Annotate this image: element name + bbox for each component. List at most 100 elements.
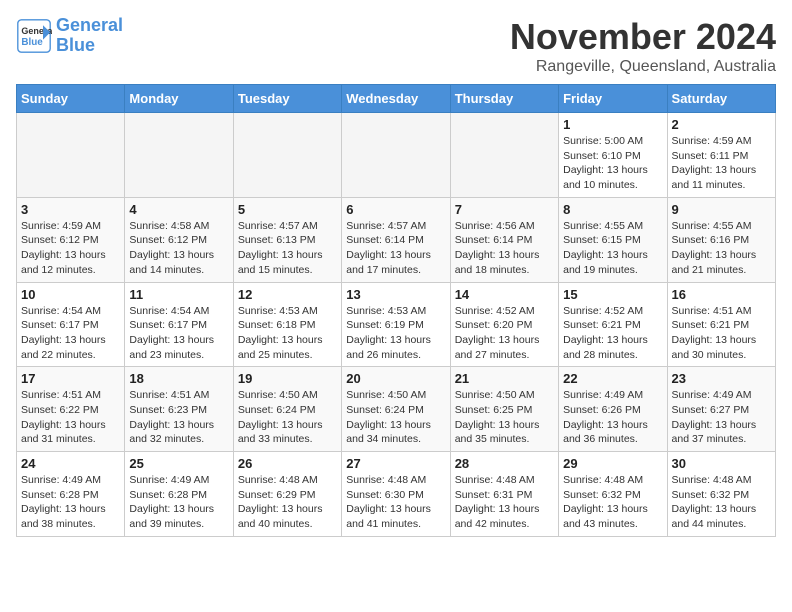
day-number: 13 xyxy=(346,287,445,302)
calendar-cell xyxy=(450,113,558,198)
day-info: Sunrise: 4:53 AMSunset: 6:19 PMDaylight:… xyxy=(346,304,445,363)
day-info: Sunrise: 4:57 AMSunset: 6:13 PMDaylight:… xyxy=(238,219,337,278)
calendar-cell: 4Sunrise: 4:58 AMSunset: 6:12 PMDaylight… xyxy=(125,197,233,282)
day-info: Sunrise: 4:48 AMSunset: 6:32 PMDaylight:… xyxy=(563,473,662,532)
svg-text:Blue: Blue xyxy=(21,37,43,48)
weekday-header-monday: Monday xyxy=(125,85,233,113)
day-info: Sunrise: 4:49 AMSunset: 6:28 PMDaylight:… xyxy=(21,473,120,532)
calendar-cell: 2 Sunrise: 4:59 AMSunset: 6:11 PMDaylight… xyxy=(667,113,775,198)
day-number: 15 xyxy=(563,287,662,302)
day-number: 22 xyxy=(563,371,662,386)
location-title: Rangeville, Queensland, Australia xyxy=(510,58,776,76)
day-number: 18 xyxy=(129,371,228,386)
day-info: Sunrise: 4:48 AMSunset: 6:29 PMDaylight:… xyxy=(238,473,337,532)
day-number: 6 xyxy=(346,202,445,217)
day-number: 26 xyxy=(238,456,337,471)
day-info: Sunrise: 4:48 AMSunset: 6:30 PMDaylight:… xyxy=(346,473,445,532)
calendar-cell: 12Sunrise: 4:53 AMSunset: 6:18 PMDayligh… xyxy=(233,282,341,367)
calendar-cell: 29Sunrise: 4:48 AMSunset: 6:32 PMDayligh… xyxy=(559,452,667,537)
day-number: 3 xyxy=(21,202,120,217)
day-info: Sunrise: 4:50 AMSunset: 6:24 PMDaylight:… xyxy=(238,388,337,447)
day-info: Sunrise: 4:49 AMSunset: 6:28 PMDaylight:… xyxy=(129,473,228,532)
calendar-cell: 6Sunrise: 4:57 AMSunset: 6:14 PMDaylight… xyxy=(342,197,450,282)
day-info: Sunrise: 5:00 AMSunset: 6:10 PMDaylight:… xyxy=(563,134,662,193)
day-number: 14 xyxy=(455,287,554,302)
calendar-table: SundayMondayTuesdayWednesdayThursdayFrid… xyxy=(16,84,776,537)
calendar-cell: 1Sunrise: 5:00 AMSunset: 6:10 PMDaylight… xyxy=(559,113,667,198)
calendar-cell: 15 Sunrise: 4:52 AMSunset: 6:21 PMDayligh… xyxy=(559,282,667,367)
calendar-cell xyxy=(342,113,450,198)
calendar-week-3: 17 Sunrise: 4:51 AMSunset: 6:22 PMDayligh… xyxy=(17,367,776,452)
calendar-body: 1Sunrise: 5:00 AMSunset: 6:10 PMDaylight… xyxy=(17,113,776,537)
calendar-cell: 18 Sunrise: 4:51 AMSunset: 6:23 PMDayligh… xyxy=(125,367,233,452)
weekday-header-thursday: Thursday xyxy=(450,85,558,113)
weekday-header-friday: Friday xyxy=(559,85,667,113)
day-number: 8 xyxy=(563,202,662,217)
weekday-header-wednesday: Wednesday xyxy=(342,85,450,113)
day-info: Sunrise: 4:54 AMSunset: 6:17 PMDaylight:… xyxy=(129,304,228,363)
day-number: 27 xyxy=(346,456,445,471)
calendar-cell xyxy=(17,113,125,198)
day-number: 5 xyxy=(238,202,337,217)
day-info: Sunrise: 4:59 AMSunset: 6:11 PMDaylight:… xyxy=(672,134,771,193)
day-info: Sunrise: 4:49 AMSunset: 6:26 PMDaylight:… xyxy=(563,388,662,447)
day-info: Sunrise: 4:52 AMSunset: 6:20 PMDaylight:… xyxy=(455,304,554,363)
day-info: Sunrise: 4:54 AMSunset: 6:17 PMDaylight:… xyxy=(21,304,120,363)
day-number: 21 xyxy=(455,371,554,386)
title-block: November 2024 Rangeville, Queensland, Au… xyxy=(510,16,776,76)
calendar-week-0: 1Sunrise: 5:00 AMSunset: 6:10 PMDaylight… xyxy=(17,113,776,198)
calendar-cell: 24Sunrise: 4:49 AMSunset: 6:28 PMDayligh… xyxy=(17,452,125,537)
logo-icon: General Blue xyxy=(16,18,52,54)
day-info: Sunrise: 4:50 AMSunset: 6:25 PMDaylight:… xyxy=(455,388,554,447)
calendar-cell: 16 Sunrise: 4:51 AMSunset: 6:21 PMDayligh… xyxy=(667,282,775,367)
logo-general: General xyxy=(56,15,123,35)
day-number: 25 xyxy=(129,456,228,471)
day-info: Sunrise: 4:51 AMSunset: 6:23 PMDaylight:… xyxy=(129,388,228,447)
calendar-cell: 5 Sunrise: 4:57 AMSunset: 6:13 PMDaylight… xyxy=(233,197,341,282)
day-info: Sunrise: 4:48 AMSunset: 6:31 PMDaylight:… xyxy=(455,473,554,532)
day-info: Sunrise: 4:53 AMSunset: 6:18 PMDaylight:… xyxy=(238,304,337,363)
calendar-cell: 9Sunrise: 4:55 AMSunset: 6:16 PMDaylight… xyxy=(667,197,775,282)
calendar-cell: 21 Sunrise: 4:50 AMSunset: 6:25 PMDayligh… xyxy=(450,367,558,452)
weekday-header-tuesday: Tuesday xyxy=(233,85,341,113)
weekday-header-saturday: Saturday xyxy=(667,85,775,113)
calendar-cell: 22 Sunrise: 4:49 AMSunset: 6:26 PMDayligh… xyxy=(559,367,667,452)
calendar-cell: 30Sunrise: 4:48 AMSunset: 6:32 PMDayligh… xyxy=(667,452,775,537)
calendar-cell: 11 Sunrise: 4:54 AMSunset: 6:17 PMDayligh… xyxy=(125,282,233,367)
day-info: Sunrise: 4:55 AMSunset: 6:15 PMDaylight:… xyxy=(563,219,662,278)
calendar-cell: 20Sunrise: 4:50 AMSunset: 6:24 PMDayligh… xyxy=(342,367,450,452)
logo: General Blue General Blue xyxy=(16,16,123,56)
logo-text: General Blue xyxy=(56,16,123,56)
day-number: 11 xyxy=(129,287,228,302)
calendar-cell: 19Sunrise: 4:50 AMSunset: 6:24 PMDayligh… xyxy=(233,367,341,452)
calendar-cell: 10Sunrise: 4:54 AMSunset: 6:17 PMDayligh… xyxy=(17,282,125,367)
calendar-cell: 26 Sunrise: 4:48 AMSunset: 6:29 PMDayligh… xyxy=(233,452,341,537)
day-info: Sunrise: 4:52 AMSunset: 6:21 PMDaylight:… xyxy=(563,304,662,363)
day-number: 2 xyxy=(672,117,771,132)
day-info: Sunrise: 4:58 AMSunset: 6:12 PMDaylight:… xyxy=(129,219,228,278)
calendar-cell xyxy=(233,113,341,198)
logo-blue: Blue xyxy=(56,35,95,55)
calendar-week-4: 24Sunrise: 4:49 AMSunset: 6:28 PMDayligh… xyxy=(17,452,776,537)
page-header: General Blue General Blue November 2024 … xyxy=(16,16,776,76)
calendar-cell: 28Sunrise: 4:48 AMSunset: 6:31 PMDayligh… xyxy=(450,452,558,537)
day-number: 7 xyxy=(455,202,554,217)
calendar-cell: 17 Sunrise: 4:51 AMSunset: 6:22 PMDayligh… xyxy=(17,367,125,452)
day-number: 30 xyxy=(672,456,771,471)
calendar-cell: 27 Sunrise: 4:48 AMSunset: 6:30 PMDayligh… xyxy=(342,452,450,537)
day-info: Sunrise: 4:56 AMSunset: 6:14 PMDaylight:… xyxy=(455,219,554,278)
calendar-cell: 25 Sunrise: 4:49 AMSunset: 6:28 PMDayligh… xyxy=(125,452,233,537)
calendar-cell: 14 Sunrise: 4:52 AMSunset: 6:20 PMDayligh… xyxy=(450,282,558,367)
day-number: 17 xyxy=(21,371,120,386)
calendar-week-2: 10Sunrise: 4:54 AMSunset: 6:17 PMDayligh… xyxy=(17,282,776,367)
calendar-cell: 7 Sunrise: 4:56 AMSunset: 6:14 PMDaylight… xyxy=(450,197,558,282)
calendar-week-1: 3 Sunrise: 4:59 AMSunset: 6:12 PMDaylight… xyxy=(17,197,776,282)
day-number: 16 xyxy=(672,287,771,302)
day-info: Sunrise: 4:59 AMSunset: 6:12 PMDaylight:… xyxy=(21,219,120,278)
day-number: 23 xyxy=(672,371,771,386)
day-info: Sunrise: 4:51 AMSunset: 6:21 PMDaylight:… xyxy=(672,304,771,363)
day-info: Sunrise: 4:51 AMSunset: 6:22 PMDaylight:… xyxy=(21,388,120,447)
calendar-cell: 23Sunrise: 4:49 AMSunset: 6:27 PMDayligh… xyxy=(667,367,775,452)
day-number: 20 xyxy=(346,371,445,386)
calendar-cell: 8 Sunrise: 4:55 AMSunset: 6:15 PMDaylight… xyxy=(559,197,667,282)
